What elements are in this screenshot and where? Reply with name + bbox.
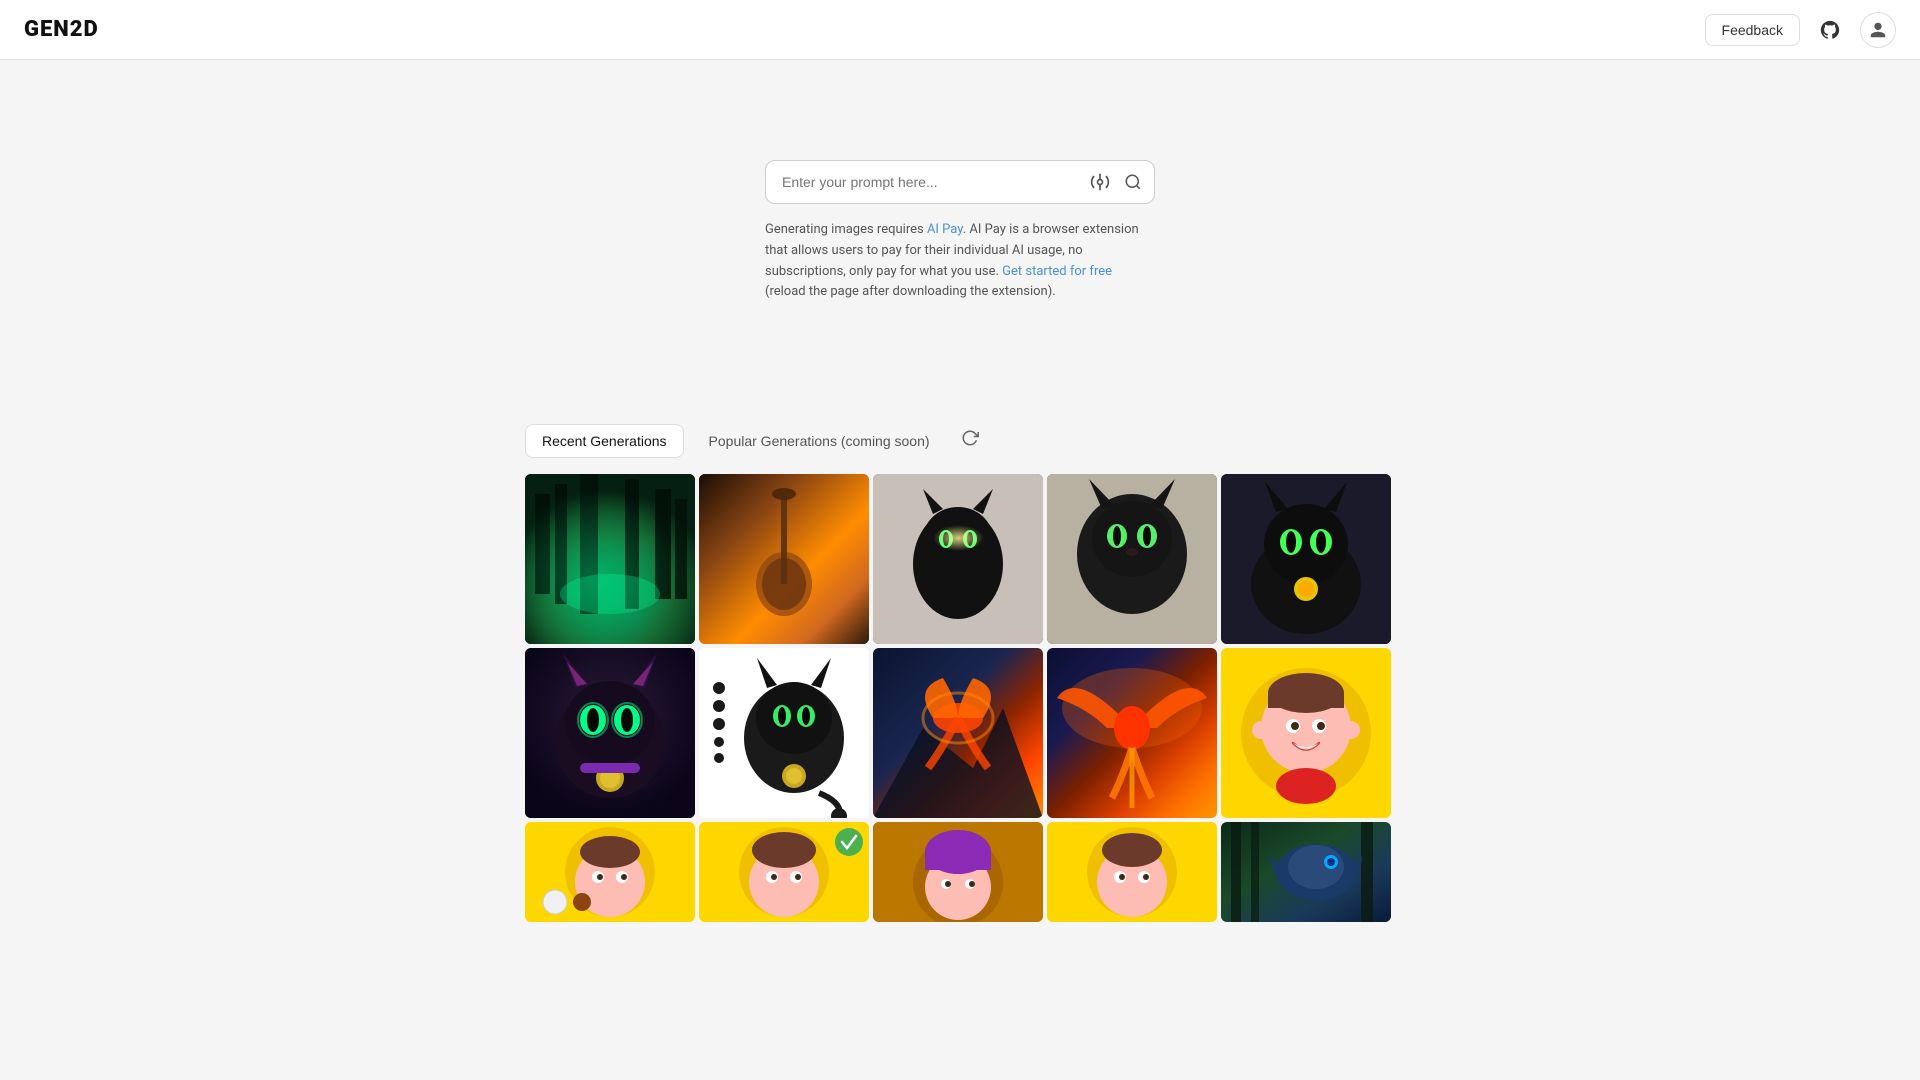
user-icon	[1869, 21, 1887, 39]
github-icon	[1819, 19, 1841, 41]
image-grid-row2	[525, 648, 1395, 818]
user-account-button[interactable]	[1860, 12, 1896, 48]
phoenix2-image-svg	[1047, 648, 1217, 818]
adjust-icon	[1090, 172, 1110, 192]
search-icon	[1124, 173, 1142, 191]
gallery-area: Recent Generations Popular Generations (…	[525, 423, 1395, 922]
gallery-image-black-cat1[interactable]	[873, 474, 1043, 644]
gallery-image-black-cat3[interactable]	[1221, 474, 1391, 644]
get-started-link[interactable]: Get started for free	[1002, 264, 1112, 279]
app-logo: GEN2D	[24, 17, 99, 42]
char-bottom2-svg	[699, 822, 869, 922]
search-box	[765, 160, 1155, 204]
github-button[interactable]	[1812, 12, 1848, 48]
search-icon-group	[1086, 168, 1146, 196]
image-grid-row3	[525, 822, 1395, 922]
dragon-svg	[1221, 822, 1391, 922]
cartoon-char-image-svg	[1221, 648, 1391, 818]
gallery-image-forest[interactable]	[525, 474, 695, 644]
gallery-image-dragon[interactable]	[1221, 822, 1391, 922]
ai-pay-link[interactable]: AI Pay	[927, 222, 963, 237]
header-actions: Feedback	[1705, 12, 1896, 48]
header: GEN2D Feedback	[0, 0, 1920, 60]
refresh-button[interactable]	[955, 423, 985, 458]
black-cat1-image-svg	[873, 474, 1043, 644]
image-grid-row1	[525, 474, 1395, 644]
tabs: Recent Generations Popular Generations (…	[525, 423, 1395, 458]
gallery-image-sketch-cat[interactable]	[699, 648, 869, 818]
black-cat3-image-svg	[1221, 474, 1391, 644]
gallery-image-phoenix2[interactable]	[1047, 648, 1217, 818]
char-purple-hair-svg	[873, 822, 1043, 922]
search-area: Generating images requires AI Pay. AI Pa…	[765, 160, 1155, 303]
phoenix1-image-svg	[873, 648, 1043, 818]
guitar-image-svg	[699, 474, 869, 644]
tab-popular-generations[interactable]: Popular Generations (coming soon)	[692, 424, 947, 458]
info-text: Generating images requires AI Pay. AI Pa…	[765, 220, 1155, 303]
info-text-part3: (reload the page after downloading the e…	[765, 284, 1056, 299]
char-bottom4-svg	[1047, 822, 1217, 922]
cartoon-cat-image-svg	[525, 648, 695, 818]
char-bottom1-svg	[525, 822, 695, 922]
info-text-part1: Generating images requires	[765, 222, 927, 237]
refresh-icon	[961, 429, 979, 447]
sketch-cat-image-svg	[699, 648, 869, 818]
search-button[interactable]	[1120, 169, 1146, 195]
gallery-image-cartoon-char[interactable]	[1221, 648, 1391, 818]
tab-recent-generations[interactable]: Recent Generations	[525, 424, 684, 458]
gallery-image-guitar[interactable]	[699, 474, 869, 644]
gallery-image-phoenix1[interactable]	[873, 648, 1043, 818]
main-content: Generating images requires AI Pay. AI Pa…	[0, 0, 1920, 922]
adjust-icon-button[interactable]	[1086, 168, 1114, 196]
gallery-image-char-bottom2[interactable]	[699, 822, 869, 922]
search-input[interactable]	[774, 174, 1086, 190]
forest-image-svg	[525, 474, 695, 644]
feedback-button[interactable]: Feedback	[1705, 14, 1800, 46]
gallery-image-char-bottom1[interactable]	[525, 822, 695, 922]
gallery-image-char-bottom4[interactable]	[1047, 822, 1217, 922]
black-cat2-image-svg	[1047, 474, 1217, 644]
gallery-image-char-purple-hair[interactable]	[873, 822, 1043, 922]
gallery-image-cartoon-cat[interactable]	[525, 648, 695, 818]
gallery-image-black-cat2[interactable]	[1047, 474, 1217, 644]
